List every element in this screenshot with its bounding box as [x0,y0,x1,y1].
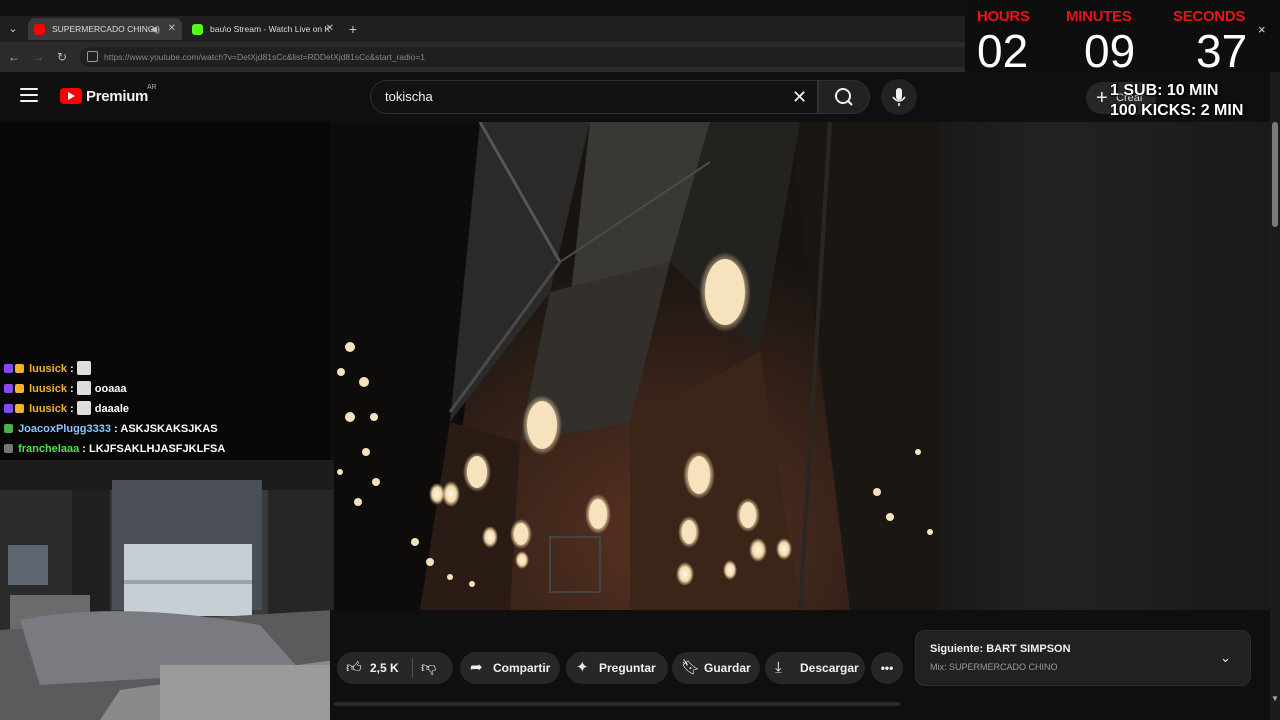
chat-username[interactable]: luusick [29,363,67,375]
description-divider [334,702,900,706]
region-code: AR [147,84,157,91]
badge-icon [4,444,13,453]
sparkle-icon: ✦ [576,659,589,676]
more-actions-button[interactable]: ••• [871,652,903,684]
youtube-premium-logo[interactable]: Premium [86,88,148,105]
share-arrow-icon: ➦ [470,659,483,676]
speaker-icon[interactable]: ◀) [150,18,160,40]
hamburger-menu-icon[interactable] [20,88,38,102]
save-label: Guardar [704,661,751,675]
browser-tab-kick[interactable]: bau\o Stream - Watch Live on K ✕ [186,18,340,40]
webcam-feed [0,460,334,720]
ask-button[interactable]: ✦ Preguntar [566,652,668,684]
hours-label: HOURS [977,8,1030,25]
kick-favicon-icon [192,24,203,35]
youtube-logo-icon[interactable] [60,88,82,104]
badge-icon [4,364,13,373]
search-query: tokischa [385,89,433,104]
address-bar[interactable]: https://www.youtube.com/watch?v=DetXjd81… [80,47,1040,67]
tab-search-chevron-icon[interactable]: ⌄ [4,20,22,38]
scrollbar-thumb[interactable] [1272,122,1278,227]
minutes-value: 09 [1084,25,1136,77]
chat-text: ooaaa [94,383,127,395]
site-info-icon[interactable] [87,51,98,62]
save-button[interactable]: 🔖︎ Guardar [672,652,760,684]
badge-icon [15,404,24,413]
search-icon [835,88,853,106]
new-tab-button[interactable]: + [345,20,361,38]
chat-text: daaale [94,403,129,415]
close-tab-icon[interactable]: ✕ [326,18,334,40]
chat-username[interactable]: luusick [29,403,67,415]
plus-icon: + [1096,87,1108,109]
up-next-subtitle: Mix: SUPERMERCADO CHINO [930,662,1058,672]
chat-message: JoacoxPlugg3333 : ASKJSKAKSJKAS [4,420,218,438]
chat-username[interactable]: JoacoxPlugg3333 [18,423,111,435]
thumbs-up-icon[interactable]: 👍︎ [346,652,362,684]
url-text: https://www.youtube.com/watch?v=DetXjd81… [104,52,426,62]
reload-icon[interactable]: ↻ [54,48,70,66]
emote-icon [76,381,91,395]
voice-search-button[interactable] [881,79,917,115]
like-dislike-group: 👍︎ 2,5 K 👎︎ [337,652,453,684]
search-button[interactable] [818,80,870,114]
chat-message: luusick : [4,360,95,378]
tab-title: bau\o Stream - Watch Live on K [210,24,331,34]
up-next-card[interactable] [915,630,1251,686]
seconds-value: 37 [1196,25,1248,77]
share-button[interactable]: ➦ Compartir [460,652,560,684]
close-icon[interactable]: × [1258,22,1266,37]
chat-message: franchelaaa : LKJFSAKLHJASFJKLFSA [4,440,225,458]
browser-tab-youtube[interactable]: SUPERMERCADO CHINO - ◀) ✕ [28,18,182,40]
kicks-rule-text: 100 KICKS: 2 MIN [1110,102,1244,119]
forward-icon[interactable]: → [30,48,46,66]
hours-value: 02 [977,25,1029,77]
webcam-room-scene [0,460,334,720]
download-label: Descargar [800,661,859,675]
clear-search-icon[interactable]: ✕ [792,87,807,108]
chat-text: ASKJSKAKSJKAS [120,423,218,435]
badge-icon [15,384,24,393]
close-tab-icon[interactable]: ✕ [168,18,176,40]
download-icon: ⤓ [775,659,782,676]
chat-message: luusick : ooaaa [4,380,127,398]
youtube-favicon-icon [34,24,45,35]
thumbs-down-icon[interactable]: 👎︎ [421,652,436,684]
download-button[interactable]: ⤓ Descargar [765,652,865,684]
like-divider [412,658,413,678]
search-input[interactable]: tokischa [370,80,818,114]
emote-icon [76,361,91,375]
chat-username[interactable]: franchelaaa [18,443,79,455]
seconds-label: SECONDS [1173,8,1246,25]
microphone-icon [892,88,906,106]
more-horizontal-icon: ••• [880,661,894,675]
chat-username[interactable]: luusick [29,383,67,395]
sub-rule-text: 1 SUB: 10 MIN [1110,82,1219,99]
up-next-title: Siguiente: BART SIMPSON [930,643,1071,655]
minutes-label: MINUTES [1066,8,1132,25]
chevron-down-icon[interactable]: ⌄ [1220,650,1231,666]
ask-label: Preguntar [599,661,656,675]
video-player[interactable] [330,122,940,610]
tab-title: SUPERMERCADO CHINO - [52,24,160,34]
badge-icon [4,384,13,393]
emote-icon [76,401,91,415]
chat-message: luusick : daaale [4,400,129,418]
badge-icon [4,424,13,433]
scroll-down-arrow-icon[interactable]: ▼ [1271,694,1279,703]
bookmark-icon: 🔖︎ [681,659,701,676]
badge-icon [4,404,13,413]
like-count[interactable]: 2,5 K [370,652,399,684]
back-icon[interactable]: ← [6,48,22,66]
chat-text: LKJFSAKLHJASFJKLFSA [89,443,226,455]
video-frame-lanterns [330,122,940,610]
share-label: Compartir [493,661,551,675]
right-background [940,122,1270,610]
badge-icon [15,364,24,373]
